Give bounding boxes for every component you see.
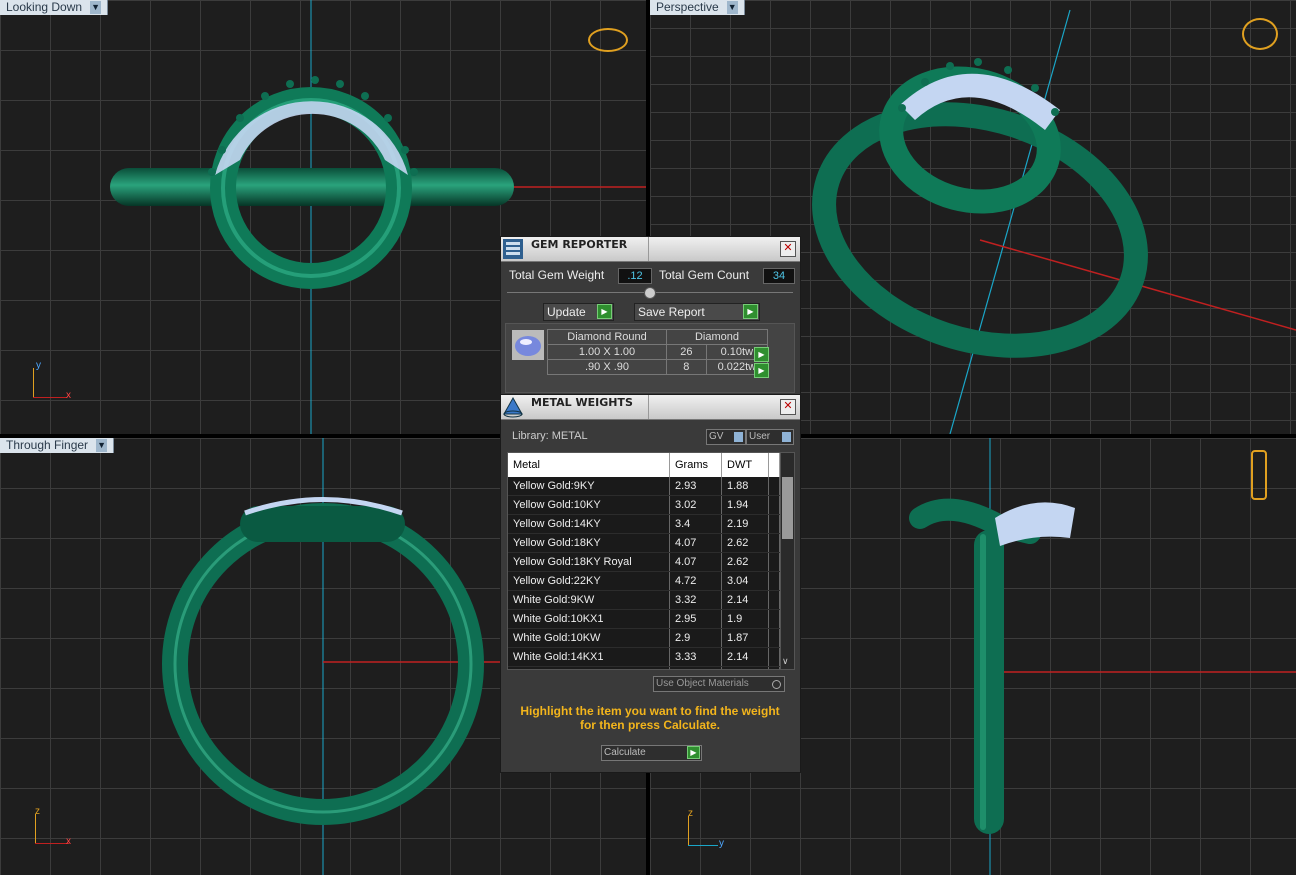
play-icon[interactable]: ▶ [754, 347, 769, 362]
axis-indicator: y x [30, 360, 80, 401]
metal-table-body: Yellow Gold:9KY 2.93 1.88 Yellow Gold:10KY 3… [508, 477, 780, 669]
close-icon[interactable]: ✕ [780, 241, 796, 257]
play-icon[interactable]: ▶ [597, 304, 612, 319]
metal-cell: White Gold:14KX1 [508, 647, 670, 667]
metal-row[interactable]: Yellow Gold:14KY 3.4 2.19 [508, 514, 780, 534]
metal-cell: 2.93 [669, 477, 722, 496]
play-icon[interactable]: ▶ [743, 304, 758, 319]
axis-indicator: z y [688, 808, 724, 849]
chevron-down-icon[interactable]: ▼ [726, 1, 738, 14]
metal-row[interactable]: Yellow Gold:9KY 2.93 1.88 [508, 477, 780, 496]
metal-cell: 1.94 [721, 495, 769, 515]
gem-report-icon [503, 239, 523, 259]
scrollbar-thumb[interactable] [782, 477, 793, 539]
metal-cell: 2.19 [721, 514, 769, 534]
ring-nav-icon[interactable] [588, 28, 628, 52]
metal-cell: 3.04 [721, 571, 769, 591]
diamond-round-icon[interactable] [512, 330, 544, 360]
axis-indicator: z x [35, 806, 71, 847]
use-object-materials-toggle[interactable]: Use Object Materials [653, 676, 785, 692]
metal-cell: White Gold:14K PdW [508, 666, 670, 669]
close-icon[interactable]: ✕ [780, 399, 796, 415]
chevron-down-icon[interactable]: ▼ [90, 1, 102, 14]
viewport-label-through-finger[interactable]: Through Finger ▼ [0, 438, 115, 453]
user-toggle[interactable]: User [746, 429, 794, 445]
metal-cell: Yellow Gold:18KY [508, 533, 670, 553]
metal-cell: White Gold:9KW [508, 590, 670, 610]
gem-row[interactable]: .90 X .90 8 0.022tw [547, 359, 769, 375]
metal-row[interactable]: White Gold:10KX1 2.95 1.9 [508, 609, 780, 629]
gem-reporter-titlebar[interactable]: GEM REPORTER ✕ [501, 237, 800, 262]
metal-cell: 2.9 [669, 628, 722, 648]
metal-row[interactable]: White Gold:10KW 2.9 1.87 [508, 628, 780, 648]
metal-cell: Yellow Gold:10KY [508, 495, 670, 515]
metal-weights-titlebar[interactable]: METAL WEIGHTS ✕ [501, 395, 800, 420]
metal-cell: 2.62 [721, 552, 769, 572]
gv-toggle[interactable]: GV [706, 429, 746, 445]
metal-cell: 4.07 [669, 533, 722, 553]
splitter-knob-icon[interactable] [644, 287, 656, 299]
metal-cell: Yellow Gold:9KY [508, 477, 670, 496]
metal-cell: 4.72 [669, 571, 722, 591]
gem-row[interactable]: 1.00 X 1.00 26 0.10tw [547, 344, 769, 360]
metal-cell: 1.88 [721, 477, 769, 496]
metal-cell: 3.8 [669, 666, 722, 669]
metal-cell: 2.95 [669, 609, 722, 629]
metal-row[interactable]: Yellow Gold:10KY 3.02 1.94 [508, 495, 780, 515]
total-gem-weight-value[interactable]: .12 [618, 268, 652, 284]
metal-cell: 3.4 [669, 514, 722, 534]
total-gem-count-label: Total Gem Count [659, 268, 750, 282]
metal-cell: 3.02 [669, 495, 722, 515]
chevron-down-icon[interactable]: ∨ [782, 656, 789, 667]
ring-nav-icon[interactable] [1242, 18, 1278, 50]
scrollbar[interactable]: ∨ [780, 453, 794, 669]
toggle-icon [734, 432, 743, 442]
metal-cell: Yellow Gold:14KY [508, 514, 670, 534]
play-icon[interactable]: ▶ [754, 363, 769, 378]
metal-cell: 1.9 [721, 609, 769, 629]
metal-cell: 2.62 [721, 533, 769, 553]
play-icon[interactable]: ▶ [687, 746, 700, 759]
metal-cell: Yellow Gold:18KY Royal [508, 552, 670, 572]
gem-reporter-panel: GEM REPORTER ✕ Total Gem Weight .12 Tota… [500, 236, 801, 396]
metal-table: Metal Grams DWT Yellow Gold:9KY 2.93 1.88 Y… [508, 453, 780, 669]
metal-row[interactable]: White Gold:9KW 3.32 2.14 [508, 590, 780, 610]
metal-cell: 2.14 [721, 647, 769, 667]
metal-row[interactable]: Yellow Gold:18KY 4.07 2.62 [508, 533, 780, 553]
metal-cell: 3.33 [669, 647, 722, 667]
metal-table-header: Metal Grams DWT [508, 453, 780, 477]
total-gem-count-value[interactable]: 34 [763, 268, 795, 284]
gem-table: Diamond Round Diamond 1.00 X 1.00 26 0.1… [547, 329, 769, 375]
metal-cell: 3.32 [669, 590, 722, 610]
pyramid-icon [503, 396, 523, 418]
viewport-label-looking-down[interactable]: Looking Down ▼ [0, 0, 109, 15]
metal-row[interactable]: White Gold:14K PdW3.82.45 [508, 666, 780, 669]
ring-nav-icon[interactable] [1251, 450, 1267, 500]
metal-cell: White Gold:10KW [508, 628, 670, 648]
metal-cell: 1.87 [721, 628, 769, 648]
metal-table-container[interactable]: Metal Grams DWT Yellow Gold:9KY 2.93 1.88 Y… [507, 452, 795, 670]
viewport-label-perspective[interactable]: Perspective ▼ [650, 0, 745, 15]
metal-row[interactable]: Yellow Gold:18KY Royal 4.07 2.62 [508, 552, 780, 572]
library-label: Library: METAL [512, 430, 588, 442]
metal-row[interactable]: Yellow Gold:22KY 4.72 3.04 [508, 571, 780, 591]
metal-row[interactable]: White Gold:14KX1 3.33 2.14 [508, 647, 780, 667]
metal-cell: White Gold:10KX1 [508, 609, 670, 629]
chevron-down-icon[interactable]: ▼ [96, 439, 108, 452]
metal-cell: 2.14 [721, 590, 769, 610]
save-report-button[interactable]: Save Report [634, 303, 760, 321]
metal-cell: 4.07 [669, 552, 722, 572]
radio-icon [772, 680, 781, 689]
total-gem-weight-label: Total Gem Weight [509, 268, 605, 282]
calculate-hint: Highlight the item you want to find the … [520, 704, 780, 732]
metal-cell: 2.45 [721, 666, 769, 669]
gem-table-header: Diamond Round Diamond [547, 329, 768, 345]
metal-weights-panel: METAL WEIGHTS ✕ Library: METAL GV User M… [500, 394, 801, 773]
metal-cell: Yellow Gold:22KY [508, 571, 670, 591]
toggle-icon [782, 432, 791, 442]
